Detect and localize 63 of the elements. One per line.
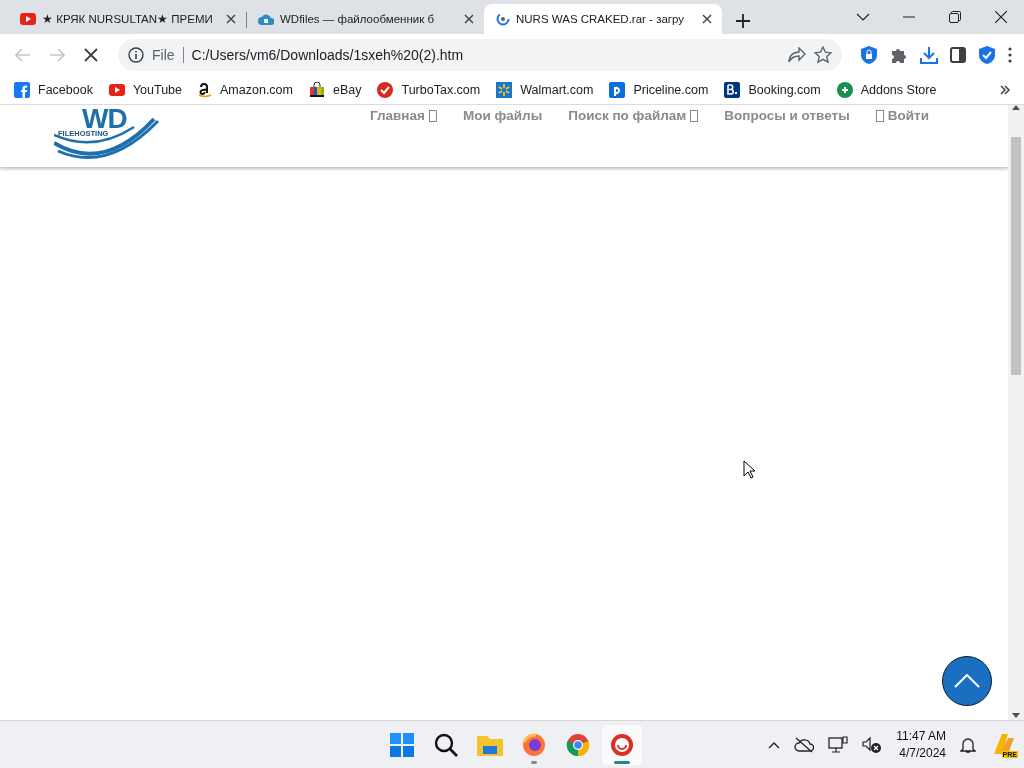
priceline-logo-icon bbox=[609, 82, 626, 98]
shield-lock-icon[interactable] bbox=[860, 45, 878, 65]
amazon-logo-icon bbox=[198, 82, 213, 98]
network-icon[interactable] bbox=[828, 735, 849, 754]
cloud-lock-icon bbox=[258, 13, 274, 25]
bookmark[interactable]: Addons Store bbox=[836, 82, 937, 98]
video-play-icon bbox=[108, 84, 125, 96]
bookmark[interactable]: YouTube bbox=[108, 83, 183, 97]
close-icon[interactable] bbox=[702, 14, 712, 24]
close-icon[interactable] bbox=[995, 11, 1007, 23]
chevron-down-icon[interactable] bbox=[856, 13, 870, 21]
close-icon[interactable] bbox=[464, 14, 474, 24]
bookmark[interactable]: Booking.com bbox=[724, 82, 821, 98]
new-tab-icon[interactable] bbox=[736, 14, 750, 28]
booking-logo-icon bbox=[724, 82, 741, 98]
scroll-to-top-button[interactable] bbox=[942, 656, 992, 706]
scheme-label: File bbox=[152, 47, 184, 63]
menu-icon[interactable] bbox=[1008, 47, 1012, 63]
bookmark[interactable]: eBay bbox=[309, 82, 362, 98]
clock[interactable]: 11:47 AM 4/7/2024 bbox=[896, 727, 946, 762]
scrollbar-thumb[interactable] bbox=[1011, 137, 1021, 375]
bookmark[interactable]: Walmart.com bbox=[496, 82, 594, 98]
info-icon bbox=[128, 47, 144, 63]
address-bar[interactable]: File C:/Users/vm6/Downloads/1sxeh%20(2).htm bbox=[118, 39, 842, 71]
bookmark[interactable]: TurboTax.com bbox=[377, 82, 481, 98]
speaker-muted-icon[interactable] bbox=[862, 735, 883, 754]
scrollbar[interactable] bbox=[1008, 105, 1024, 720]
side-panel-icon[interactable] bbox=[950, 47, 966, 63]
browser-tab[interactable]: WDfiles — файлообменник б bbox=[246, 4, 484, 34]
restore-icon[interactable] bbox=[949, 11, 961, 23]
circle-app-icon[interactable] bbox=[610, 732, 634, 757]
loading-spinner-icon bbox=[496, 12, 510, 26]
bookmark[interactable]: Facebook bbox=[14, 82, 93, 98]
search-icon[interactable] bbox=[434, 732, 458, 757]
puzzle-icon[interactable] bbox=[890, 46, 908, 64]
firefox-icon[interactable] bbox=[522, 732, 546, 757]
video-play-icon bbox=[20, 13, 36, 25]
cloud-off-icon[interactable] bbox=[794, 736, 815, 753]
stop-icon[interactable] bbox=[84, 48, 98, 62]
browser-tab[interactable]: ★ КРЯК NURSULTAN★ ПРЕМИ bbox=[8, 4, 246, 34]
url-text: C:/Users/vm6/Downloads/1sxeh%20(2).htm bbox=[191, 47, 465, 63]
bookmark[interactable]: Priceline.com bbox=[609, 82, 709, 98]
check-circle-icon bbox=[377, 82, 394, 98]
bell-icon[interactable] bbox=[960, 735, 976, 754]
mouse-cursor-icon bbox=[743, 460, 755, 479]
facebook-logo-icon bbox=[14, 82, 30, 98]
folder-icon[interactable] bbox=[477, 733, 503, 756]
close-icon[interactable] bbox=[226, 14, 236, 24]
chevron-up-icon bbox=[954, 674, 980, 688]
chevron-up-icon[interactable] bbox=[768, 740, 781, 749]
spark-icon bbox=[496, 82, 513, 98]
star-icon[interactable] bbox=[814, 46, 832, 64]
download-icon[interactable] bbox=[920, 46, 938, 64]
windows-logo-icon[interactable] bbox=[390, 732, 414, 757]
shield-check-icon[interactable] bbox=[978, 45, 996, 65]
share-icon[interactable] bbox=[788, 47, 806, 63]
scroll-up-arrow-icon[interactable] bbox=[1012, 105, 1020, 110]
browser-tab[interactable]: NURS WAS CRAKED.rar - загру bbox=[484, 4, 722, 34]
double-chevron-icon[interactable] bbox=[1000, 85, 1010, 95]
bookmark[interactable]: Amazon.com bbox=[198, 82, 293, 98]
chrome-icon[interactable] bbox=[566, 732, 590, 757]
shopping-bag-icon bbox=[309, 82, 325, 98]
scroll-down-arrow-icon[interactable] bbox=[1012, 713, 1020, 718]
